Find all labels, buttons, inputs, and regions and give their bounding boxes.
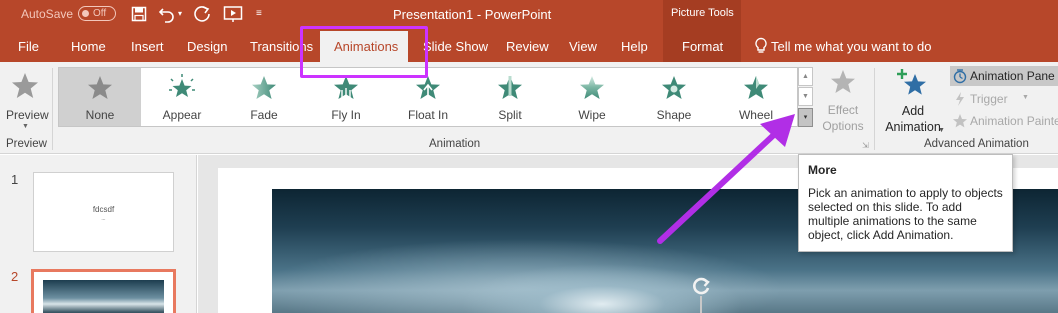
effect-options-line2: Options	[822, 119, 864, 133]
add-animation-dropdown-icon: ▼	[938, 127, 945, 134]
slide-thumbnail-pane: 1 fdcsdf ... 2	[0, 155, 197, 313]
group-divider	[52, 68, 53, 150]
animation-fade[interactable]: Fade	[223, 68, 305, 126]
document-title: Presentation1 - PowerPoint	[393, 7, 552, 22]
trigger-dropdown-icon: ▼	[1022, 94, 1029, 101]
preview-star-icon	[12, 73, 38, 98]
tab-format[interactable]: Format	[682, 39, 723, 54]
effect-options-button[interactable]: Effect Options	[818, 68, 868, 134]
painter-star-icon	[953, 114, 967, 128]
undo-icon[interactable]	[158, 4, 176, 29]
annotation-highlight-box	[300, 26, 428, 78]
animation-label: Fade	[250, 108, 278, 122]
tell-me-search[interactable]: Tell me what you want to do	[771, 39, 931, 54]
autosave-toggle[interactable]: Off	[78, 6, 116, 21]
picture-tools-label: Picture Tools	[671, 7, 734, 19]
animation-shape[interactable]: Shape	[633, 68, 715, 126]
wipe-star-icon	[580, 76, 604, 99]
autosave-label: AutoSave	[21, 7, 74, 21]
effect-options-star-icon	[831, 70, 855, 93]
fade-star-icon	[252, 76, 276, 99]
gallery-more-button[interactable]: ▾	[798, 108, 813, 127]
none-star-icon	[88, 76, 112, 99]
advanced-animation-group-label: Advanced Animation	[924, 138, 1029, 150]
preview-group-label: Preview	[6, 138, 47, 150]
animation-label: Wipe	[578, 108, 606, 122]
slide-number: 1	[11, 172, 19, 187]
animation-appear[interactable]: Appear	[141, 68, 223, 126]
animation-label: Appear	[162, 108, 202, 122]
animation-split[interactable]: Split	[469, 68, 551, 126]
tooltip-body: Pick an animation to apply to objects se…	[808, 186, 1003, 242]
ribbon-animations: Preview ▼ Preview None Appear Fade Fly I…	[0, 62, 1058, 154]
wheel-star-icon	[744, 76, 768, 99]
gallery-scroll-up-button[interactable]: ▲	[798, 67, 813, 86]
tab-file[interactable]: File	[18, 39, 39, 54]
animation-gallery: None Appear Fade Fly In Float In Split W…	[58, 67, 798, 127]
slide-thumbnail-2[interactable]	[31, 269, 176, 313]
fly-in-star-icon	[334, 76, 358, 101]
add-animation-line2: Animation	[885, 120, 941, 134]
animation-pane-label: Animation Pane	[970, 69, 1055, 83]
preview-button[interactable]: Preview ▼	[2, 67, 49, 133]
effect-options-line1: Effect	[827, 103, 859, 117]
start-slideshow-icon[interactable]	[223, 4, 243, 29]
trigger-button[interactable]: Trigger ▼	[950, 89, 1058, 109]
rotate-handle-stem	[700, 296, 702, 313]
tab-insert[interactable]: Insert	[131, 39, 164, 54]
animation-label: Shape	[656, 108, 692, 122]
slide-thumbnail-text: fdcsdf	[92, 205, 115, 214]
shape-star-icon	[662, 76, 686, 99]
dialog-launcher-icon[interactable]: ⇲	[862, 141, 869, 150]
save-icon[interactable]	[131, 4, 147, 28]
animation-wipe[interactable]: Wipe	[551, 68, 633, 126]
animation-painter-button[interactable]: Animation Painter	[950, 111, 1058, 131]
tab-design[interactable]: Design	[187, 39, 227, 54]
animation-pane-button[interactable]: Animation Pane	[950, 66, 1058, 86]
animation-label: Wheel	[738, 108, 773, 122]
slide-thumbnail-1[interactable]: fdcsdf ...	[33, 172, 174, 252]
animation-label: Fly In	[331, 108, 361, 122]
animation-painter-label: Animation Painter	[970, 114, 1058, 128]
add-animation-star-icon	[897, 69, 926, 95]
appear-star-icon	[169, 74, 195, 97]
animation-none[interactable]: None	[59, 68, 141, 126]
gallery-scroller: ▲ ▼ ▾	[798, 67, 813, 127]
lightning-icon	[956, 92, 964, 106]
trigger-label: Trigger	[970, 92, 1008, 106]
split-star-icon	[498, 76, 522, 99]
redo-icon[interactable]	[193, 4, 211, 29]
tab-review[interactable]: Review	[506, 39, 549, 54]
slide-thumbnail-subtext: ...	[101, 216, 106, 222]
float-in-star-icon	[416, 76, 440, 99]
preview-label: Preview	[6, 108, 49, 122]
animation-pane-icon	[953, 69, 967, 84]
slide-number: 2	[11, 269, 19, 284]
animation-label: Split	[498, 108, 522, 122]
animation-label: None	[85, 108, 115, 122]
rotate-handle-icon[interactable]	[690, 275, 712, 297]
title-bar: AutoSave Off ▾ ≡ Presentation1 - PowerPo…	[0, 0, 1058, 30]
undo-dropdown-icon[interactable]: ▾	[178, 4, 182, 24]
tooltip-title: More	[808, 163, 837, 177]
add-animation-line1: Add	[901, 104, 925, 118]
animation-group-label: Animation	[429, 138, 481, 150]
animation-wheel[interactable]: Wheel	[715, 68, 797, 126]
group-divider	[874, 68, 875, 150]
tab-help[interactable]: Help	[621, 39, 648, 54]
tab-slide-show[interactable]: Slide Show	[423, 39, 488, 54]
tab-view[interactable]: View	[569, 39, 597, 54]
tab-home[interactable]: Home	[71, 39, 106, 54]
more-tooltip: More Pick an animation to apply to objec…	[798, 154, 1013, 252]
animation-label: Float In	[407, 108, 449, 122]
customize-toolbar-icon[interactable]: ≡	[256, 4, 262, 24]
gallery-scroll-down-button[interactable]: ▼	[798, 87, 813, 106]
slide-thumbnail-image	[43, 280, 164, 313]
preview-dropdown-icon[interactable]: ▼	[22, 123, 29, 130]
lightbulb-icon	[755, 37, 767, 53]
add-animation-button[interactable]: Add Animation ▼	[880, 66, 946, 136]
